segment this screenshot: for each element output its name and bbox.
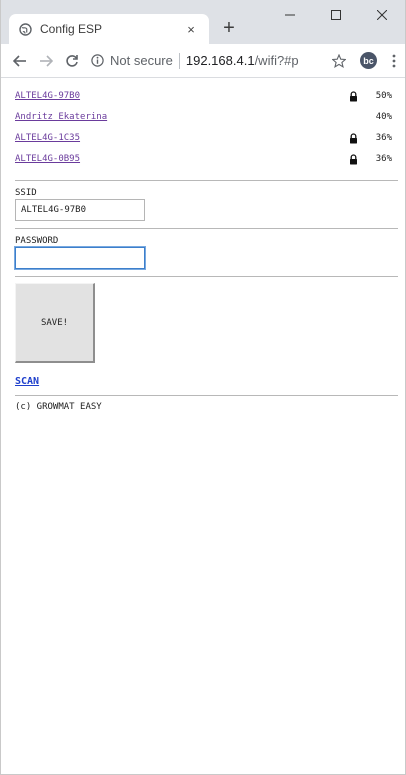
forward-button[interactable] <box>33 48 59 74</box>
save-button[interactable]: SAVE! <box>15 283 95 363</box>
back-button[interactable] <box>7 48 33 74</box>
bookmark-button[interactable] <box>326 48 352 74</box>
lock-icon <box>350 154 357 165</box>
menu-button[interactable] <box>387 49 401 73</box>
network-ssid-link[interactable]: ALTEL4G-0B95 <box>15 154 80 164</box>
network-row: Andritz Ekaterina 40% <box>15 108 398 129</box>
browser-tab[interactable]: Config ESP × <box>9 14 209 44</box>
reload-button[interactable] <box>59 48 85 74</box>
profile-avatar[interactable]: bc <box>360 52 377 69</box>
url-path: /wifi?#p <box>254 53 299 68</box>
scan-link[interactable]: SCAN <box>15 376 39 387</box>
browser-window: Config ESP × + Not secure 192.168.4.1/wi… <box>0 0 406 775</box>
network-row: ALTEL4G-1C35 36% <box>15 129 398 150</box>
network-signal: 36% <box>375 154 392 164</box>
ssid-label: SSID <box>15 188 37 198</box>
arrow-right-icon <box>40 54 53 67</box>
reload-icon <box>66 54 78 67</box>
close-window-button[interactable] <box>359 0 405 30</box>
divider <box>15 276 398 277</box>
network-ssid-link[interactable]: Andritz Ekaterina <box>15 112 107 122</box>
address-separator <box>178 52 180 69</box>
network-ssid-link[interactable]: ALTEL4G-1C35 <box>15 133 80 143</box>
kebab-menu-icon <box>392 54 396 68</box>
maximize-button[interactable] <box>313 0 359 30</box>
footer-copyright: (c) GROWMAT EASY <box>15 402 102 412</box>
window-controls <box>267 0 405 30</box>
network-row: ALTEL4G-0B95 36% <box>15 150 398 171</box>
address-bar[interactable]: Not secure 192.168.4.1/wifi?#p <box>91 48 341 74</box>
url-text: 192.168.4.1/wifi?#p <box>186 53 299 68</box>
network-list: ALTEL4G-97B0 50% Andritz Ekaterina 40% ALTEL… <box>15 78 398 171</box>
network-signal: 50% <box>375 91 392 101</box>
maximize-icon <box>331 10 341 20</box>
network-signal: 40% <box>375 112 392 122</box>
divider <box>15 395 398 396</box>
tab-strip: Config ESP × + <box>1 0 405 44</box>
tab-title: Config ESP <box>40 22 103 36</box>
arrow-left-icon <box>13 54 26 67</box>
lock-icon <box>350 133 357 144</box>
browser-toolbar: Not secure 192.168.4.1/wifi?#p bc <box>1 44 405 78</box>
network-signal: 36% <box>375 133 392 143</box>
minimize-button[interactable] <box>267 0 313 30</box>
network-row: ALTEL4G-97B0 50% <box>15 87 398 108</box>
star-icon <box>332 54 346 68</box>
globe-icon <box>19 22 32 36</box>
divider <box>15 180 398 181</box>
network-ssid-link[interactable]: ALTEL4G-97B0 <box>15 91 80 101</box>
divider <box>15 228 398 229</box>
tab-close-icon[interactable]: × <box>181 19 201 39</box>
lock-icon <box>350 91 357 102</box>
url-host: 192.168.4.1 <box>185 53 255 68</box>
password-label: PASSWORD <box>15 236 59 246</box>
info-icon[interactable] <box>91 54 104 67</box>
ssid-input[interactable] <box>15 199 145 221</box>
password-input[interactable] <box>15 247 145 269</box>
page-content: ALTEL4G-97B0 50% Andritz Ekaterina 40% ALTEL… <box>1 78 405 412</box>
minimize-icon <box>285 14 295 16</box>
close-icon <box>377 10 387 20</box>
security-label: Not secure <box>110 53 173 68</box>
new-tab-button[interactable]: + <box>217 16 241 40</box>
